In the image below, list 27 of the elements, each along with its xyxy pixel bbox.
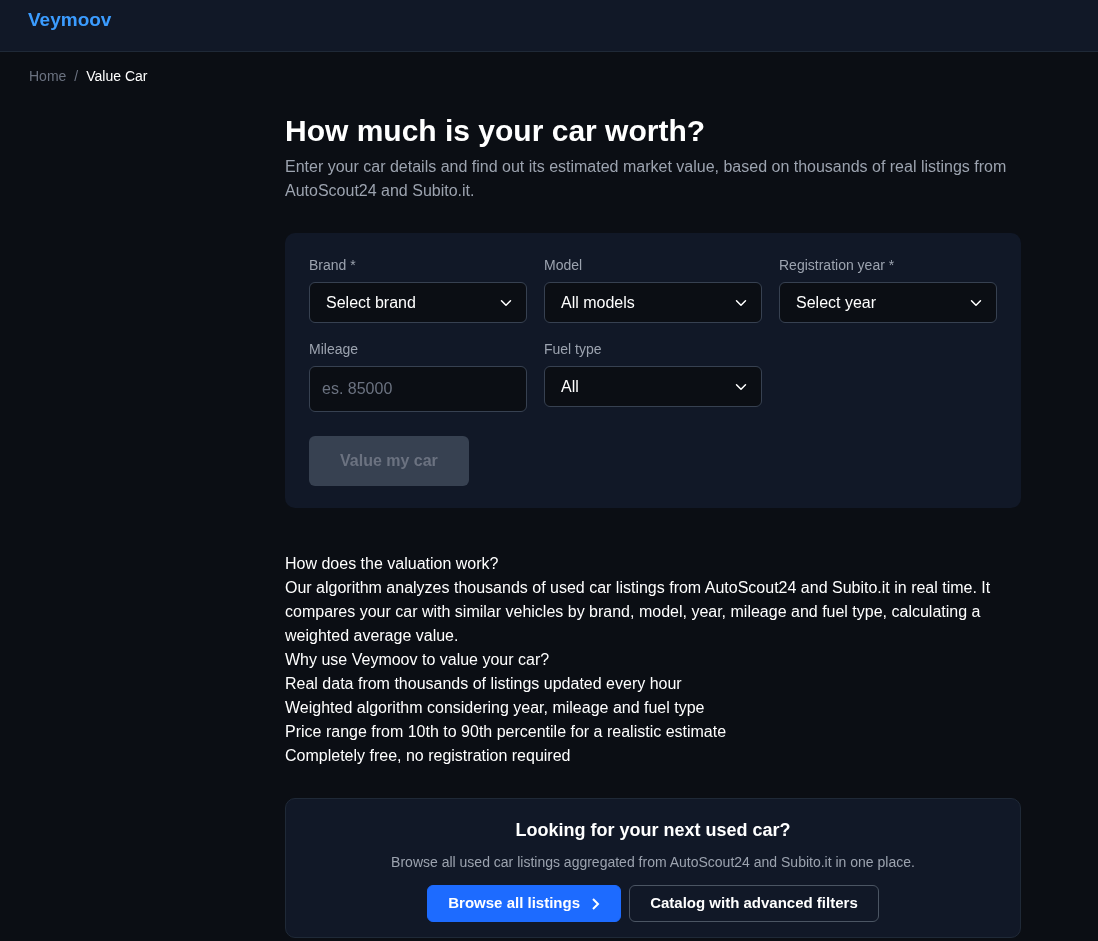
info-text: Completely free, no registration required [285,746,572,766]
info-text: Real data from thousands of listings updated every hour [285,674,683,694]
info-text: Our algorithm analyzes thousands of used car listings from AutoScout24 and Subito.it in real time. It compares your car with similar vehicles by brand, model, year, mileage and fuel type, calculating a weighted average value. [285,578,992,646]
promo-button[interactable]: Browse all listings [427,885,622,922]
field-label: Brand * [309,256,357,275]
breadcrumb-link[interactable]: Home [29,66,67,87]
field-label: Mileage [309,340,360,359]
field-label: Fuel type [544,340,603,359]
field-label: Registration year * [779,256,896,275]
page-subtitle: Enter your car details and find out its estimated market value, based on thousands of real listings from AutoScout24 and Subito.it. [285,157,1008,201]
promo-text: Browse all used car listings aggregated from AutoScout24 and Subito.it in one place. [390,853,916,872]
field-label: Model [544,256,584,275]
info-text: Price range from 10th to 90th percentile for a realistic estimate [285,722,728,742]
promo-title: Looking for your next used car? [514,819,792,842]
input-field[interactable]: es. 85000 [309,366,527,412]
info-text: Why use Veymoov to value your car? [285,650,551,670]
select-field[interactable]: All [544,366,762,407]
chevron-icon [590,898,601,911]
info-text: How does the valuation work? [285,554,500,574]
select-field[interactable]: Select brand [309,282,527,323]
select-field[interactable]: All models [544,282,762,323]
page-title: How much is your car worth? [285,113,707,149]
select-field[interactable]: Select year [779,282,997,323]
promo-button[interactable]: Catalog with advanced filters [629,885,879,922]
breadcrumb-separator: / [74,67,79,86]
info-text: Weighted algorithm considering year, mileage and fuel type [285,698,706,718]
brand-logo[interactable]: Veymoov [28,6,112,35]
